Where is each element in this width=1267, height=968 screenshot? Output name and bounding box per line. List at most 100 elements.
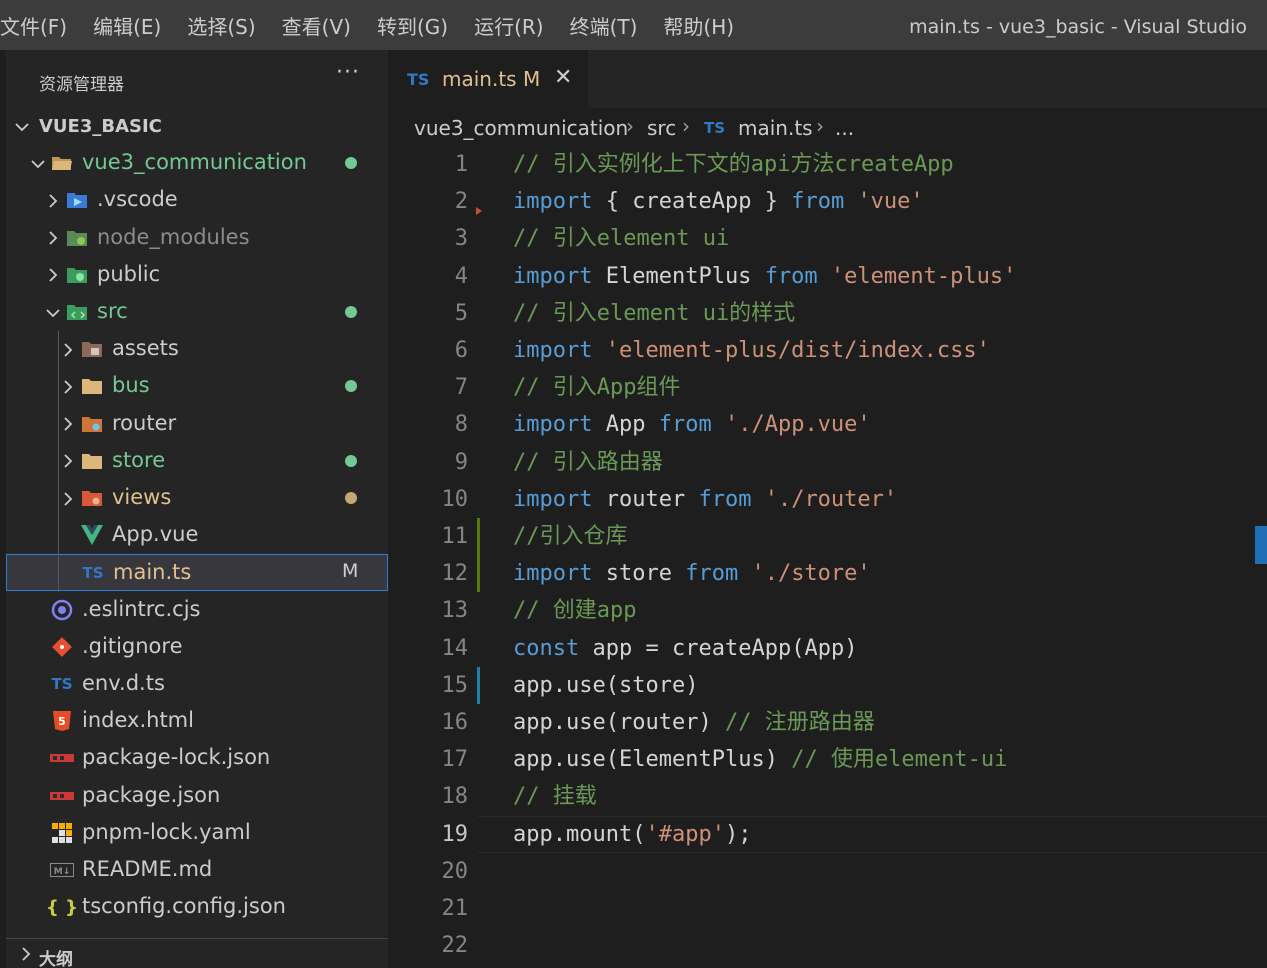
code-line[interactable]: 5 // 引入element ui的样式 (388, 295, 1267, 332)
code-line[interactable]: 14 const app = createApp(App) (388, 630, 1267, 667)
code-token: createApp (671, 635, 792, 661)
tree-item-index-html[interactable]: 5 index.html (6, 703, 388, 740)
workspace-root[interactable]: VUE3_BASIC (6, 108, 388, 145)
breadcrumb-symbols[interactable]: ... (835, 116, 854, 140)
more-actions-icon[interactable]: ··· (336, 60, 360, 85)
code-line[interactable]: 8 import App from './App.vue' (388, 406, 1267, 443)
tree-item-readme-md[interactable]: M↓ README.md (6, 852, 388, 889)
breadcrumb-folder[interactable]: vue3_communication (414, 116, 628, 140)
gutter-modified-marker[interactable] (477, 666, 480, 704)
code-line[interactable]: 19 app.mount('#app'); (388, 816, 1267, 853)
menu-item[interactable]: 选择(S) (174, 11, 268, 40)
chevron-down-icon[interactable] (45, 294, 61, 331)
code-token: createApp (632, 189, 752, 215)
code-token: ); (724, 821, 752, 847)
chevron-right-icon: › (816, 114, 824, 138)
typescript-icon: TS (704, 119, 726, 137)
code-line[interactable]: 20 (388, 853, 1267, 890)
menu-item[interactable]: 帮助(H) (650, 11, 747, 40)
chevron-right-icon[interactable] (60, 443, 76, 480)
gutter-deleted-marker[interactable] (476, 207, 482, 216)
code-line[interactable]: 4 import ElementPlus from 'element-plus' (388, 258, 1267, 295)
tree-item-label: src (97, 299, 128, 323)
tree-item-vue3-communication[interactable]: vue3_communication (6, 145, 388, 182)
code-line[interactable]: 11 //引入仓库 (388, 518, 1267, 555)
line-number: 22 (441, 933, 469, 959)
tree-item-tsconfig-config-json[interactable]: { } tsconfig.config.json (6, 889, 388, 926)
tree-item-public[interactable]: public (6, 257, 388, 294)
code-line[interactable]: 9 // 引入路由器 (388, 444, 1267, 481)
code-token: from (764, 263, 818, 289)
tree-item-package-json[interactable]: package.json (6, 778, 388, 815)
tree-item-app-vue[interactable]: App.vue (6, 517, 388, 554)
code-line[interactable]: 1 // 引入实例化上下文的api方法createApp (388, 146, 1267, 183)
code-line[interactable]: 6 import 'element-plus/dist/index.css' (388, 332, 1267, 369)
code-token: app (513, 747, 553, 773)
code-token: app (592, 635, 633, 661)
chevron-right-icon[interactable] (45, 182, 61, 219)
menu-item[interactable]: 终端(T) (557, 11, 651, 40)
tree-item-router[interactable]: router (6, 406, 388, 443)
tree-item-gitignore[interactable]: .gitignore (6, 629, 388, 666)
code-line[interactable]: 10 import router from './router' (388, 481, 1267, 518)
chevron-down-icon[interactable] (30, 145, 46, 182)
code-token: from (685, 561, 739, 587)
menu-item[interactable]: 文件(F) (0, 11, 80, 40)
code-line[interactable]: 13 // 创建app (388, 592, 1267, 629)
chevron-right-icon[interactable] (60, 406, 76, 443)
tree-item-vscode[interactable]: .vscode (6, 182, 388, 219)
breadcrumb-src[interactable]: src (647, 116, 676, 140)
code-line[interactable]: 15 app.use(store) (388, 667, 1267, 704)
tree-item-bus[interactable]: bus (6, 368, 388, 405)
code-text: import store from './store' (513, 555, 871, 592)
breadcrumb-file[interactable]: main.ts (738, 116, 813, 140)
code-token: import (513, 338, 593, 363)
tree-item-node-modules[interactable]: node_modules (6, 220, 388, 257)
code-line[interactable]: 2 import { createApp } from 'vue' (388, 183, 1267, 220)
menu-item[interactable]: 查看(V) (269, 11, 364, 40)
code-token: // 引入element ui的样式 (513, 300, 796, 326)
tab-main-ts[interactable]: TS main.ts M ✕ (388, 50, 588, 108)
code-line[interactable]: 17 app.use(ElementPlus) // 使用element-ui (388, 741, 1267, 778)
code-line[interactable]: 18 // 挂载 (388, 778, 1267, 815)
menu-item[interactable]: 编辑(E) (80, 11, 174, 40)
code-token: './store' (751, 561, 871, 587)
code-line[interactable]: 21 (388, 890, 1267, 927)
close-icon[interactable]: ✕ (554, 65, 572, 90)
tree-item-eslintrc-cjs[interactable]: .eslintrc.cjs (6, 592, 388, 629)
chevron-right-icon[interactable] (60, 480, 76, 517)
menu-item[interactable]: 运行(R) (461, 11, 557, 40)
tree-item-src[interactable]: src (6, 294, 388, 331)
chevron-down-icon[interactable] (14, 108, 30, 145)
code-line[interactable]: 3 // 引入element ui (388, 220, 1267, 257)
tree-item-main-ts[interactable]: TS main.ts M (6, 554, 388, 592)
tab-bar: TS main.ts M ✕ (388, 50, 1267, 108)
chevron-right-icon[interactable] (45, 257, 61, 294)
code-line[interactable]: 7 // 引入App组件 (388, 369, 1267, 406)
gutter-added-marker[interactable] (477, 518, 480, 593)
tree-item-label: package-lock.json (82, 745, 271, 770)
chevron-right-icon[interactable] (60, 331, 76, 368)
code-line[interactable]: 22 (388, 927, 1267, 964)
chevron-right-icon[interactable] (60, 368, 76, 405)
chevron-right-icon[interactable] (45, 220, 61, 257)
code-token: mount (566, 821, 633, 847)
tree-item-views[interactable]: views (6, 480, 388, 517)
menu-item[interactable]: 转到(G) (364, 11, 461, 40)
tree-item-label: index.html (82, 708, 194, 733)
window-title: main.ts - vue3_basic - Visual Studio (909, 16, 1247, 38)
scrollbar-marker[interactable] (1255, 526, 1267, 564)
code-line[interactable]: 12 import store from './store' (388, 555, 1267, 592)
tree-item-store[interactable]: store (6, 443, 388, 480)
modified-badge: M (523, 67, 541, 91)
tree-item-package-lock-json[interactable]: package-lock.json (6, 740, 388, 777)
code-line[interactable]: 16 app.use(router) // 注册路由器 (388, 704, 1267, 741)
tree-item-pnpm-lock-yaml[interactable]: pnpm-lock.yaml (6, 815, 388, 852)
tree-item-assets[interactable]: assets (6, 331, 388, 368)
tree-item-env-d-ts[interactable]: TS env.d.ts (6, 666, 388, 703)
code-token: store (605, 561, 672, 587)
outline-section[interactable]: 大纲 (6, 938, 388, 968)
